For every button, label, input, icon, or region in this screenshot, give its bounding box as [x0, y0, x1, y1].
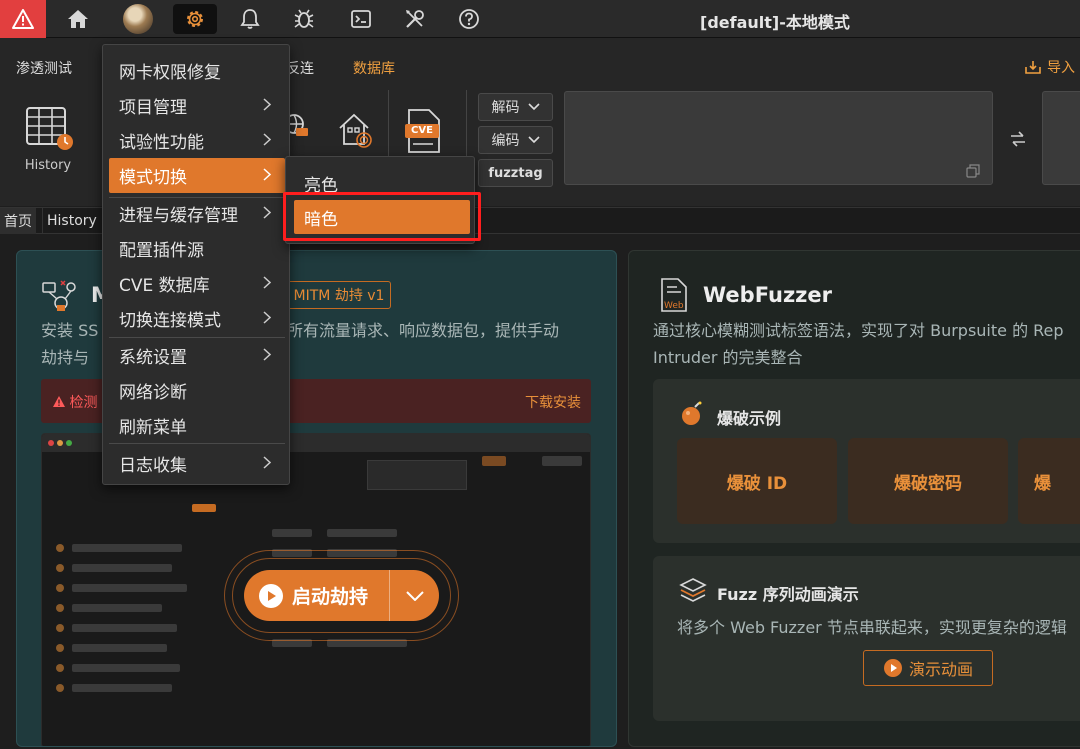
play-icon	[259, 583, 283, 608]
cve-label: CVE	[411, 125, 433, 136]
demo-animation-button[interactable]: 演示动画	[863, 650, 993, 686]
help-icon[interactable]	[447, 4, 491, 34]
chevron-right-icon	[263, 311, 271, 324]
menu-item-refresh-menu[interactable]: 刷新菜单	[109, 408, 285, 443]
chevron-right-icon	[263, 348, 271, 361]
menu-item-connection-mode[interactable]: 切换连接模式	[109, 301, 285, 336]
tab-history[interactable]: History	[42, 208, 101, 234]
start-options-dropdown[interactable]	[389, 570, 439, 621]
warning-icon[interactable]	[0, 0, 46, 38]
chevron-down-icon	[527, 103, 540, 111]
window-title: [default]-本地模式	[700, 13, 850, 32]
history-label: History	[24, 158, 72, 173]
avatar[interactable]	[116, 4, 160, 34]
encode-button[interactable]: 编码	[478, 126, 553, 154]
play-icon	[883, 659, 902, 677]
chevron-down-icon	[527, 136, 540, 144]
terminal-icon[interactable]	[339, 4, 383, 34]
tab-database[interactable]: 数据库	[353, 58, 395, 78]
chevron-right-icon	[263, 206, 271, 219]
menu-item-mode-switch[interactable]: 模式切换	[109, 158, 285, 193]
chevron-right-icon	[263, 133, 271, 146]
chevron-right-icon	[263, 98, 271, 111]
mitm-desc-right: 所有流量请求、响应数据包，提供手动	[287, 321, 560, 340]
mitm-network-icon	[42, 280, 76, 311]
fuzz-sequence-desc: 将多个 Web Fuzzer 节点串联起来，实现更复杂的逻辑	[677, 618, 1067, 637]
decode-button[interactable]: 解码	[478, 93, 553, 121]
mitm-desc-left: 安装 SS	[41, 321, 99, 340]
codec-input[interactable]	[564, 91, 993, 185]
webfuzzer-desc-line1: 通过核心模糊测试标签语法，实现了对 Burpsuite 的 Rep	[653, 321, 1064, 340]
menu-item-log-collection[interactable]: 日志收集	[109, 446, 285, 481]
svg-text:Web: Web	[664, 301, 684, 311]
menu-divider	[109, 443, 285, 444]
chevron-right-icon	[263, 276, 271, 289]
menu-item-experimental[interactable]: 试验性功能	[109, 123, 285, 158]
menu-item-nic-permission-fix[interactable]: 网卡权限修复	[109, 53, 285, 88]
brute-tile-partial[interactable]: 爆	[1018, 438, 1080, 524]
history-table-icon	[26, 107, 73, 150]
globe-tool-icon[interactable]	[288, 112, 312, 146]
tab-reverse[interactable]: 反连	[286, 58, 314, 78]
import-icon	[1025, 61, 1041, 74]
tools-icon[interactable]	[393, 4, 437, 34]
mitm-version-badge: MITM 劫持 v1	[287, 281, 391, 309]
chevron-right-icon	[263, 456, 271, 469]
tab-pentest[interactable]: 渗透测试	[16, 58, 72, 78]
webfuzzer-card: Web WebFuzzer 通过核心模糊测试标签语法，实现了对 Burpsuit…	[628, 250, 1080, 747]
brute-id-tile[interactable]: 爆破 ID	[677, 438, 837, 524]
webfuzzer-desc-line2: Intruder 的完美整合	[653, 348, 803, 367]
bell-icon[interactable]	[228, 4, 272, 34]
menu-item-system-settings[interactable]: 系统设置	[109, 338, 285, 373]
menu-item-plugin-source[interactable]: 配置插件源	[109, 231, 285, 266]
brute-password-tile[interactable]: 爆破密码	[848, 438, 1008, 524]
bomb-icon	[682, 401, 702, 425]
decode-label: 解码	[491, 100, 520, 116]
bug-icon[interactable]	[282, 4, 326, 34]
chevron-right-icon	[263, 168, 271, 181]
webfuzzer-title: WebFuzzer	[703, 283, 832, 307]
settings-menu: 网卡权限修复 项目管理 试验性功能 模式切换 进程与缓存管理 配置插件源 CVE…	[102, 44, 290, 485]
mitm-desc-line2: 劫持与	[41, 348, 90, 367]
import-label: 导入	[1047, 60, 1075, 76]
menu-item-process-cache[interactable]: 进程与缓存管理	[109, 196, 285, 231]
highlight-box	[283, 192, 481, 241]
home-icon[interactable]	[56, 4, 100, 34]
fuzztag-button[interactable]: fuzztag	[478, 159, 553, 187]
brute-example-card: 爆破示例 爆破 ID 爆破密码 爆	[653, 379, 1080, 543]
webfuzzer-doc-icon: Web	[661, 278, 687, 312]
swap-icon[interactable]	[1008, 130, 1028, 148]
download-install-link[interactable]: 下载安装	[525, 392, 581, 412]
cve-tool[interactable]: CVE	[403, 108, 443, 154]
title-bar: [default]-本地模式	[0, 0, 1080, 38]
warning-icon	[53, 396, 65, 407]
demo-animation-label: 演示动画	[908, 660, 973, 679]
import-button[interactable]: 导入	[1024, 57, 1075, 77]
menu-item-project-management[interactable]: 项目管理	[109, 88, 285, 123]
chevron-down-icon	[405, 590, 424, 601]
encode-label: 编码	[491, 133, 520, 149]
fuzz-sequence-card: Fuzz 序列动画演示 将多个 Web Fuzzer 节点串联起来，实现更复杂的…	[653, 556, 1080, 721]
start-mitm-button[interactable]: 启动劫持	[244, 570, 439, 621]
warning-text: 检测	[53, 392, 97, 412]
menu-item-network-diagnosis[interactable]: 网络诊断	[109, 373, 285, 408]
house-fingerprint-icon[interactable]	[336, 110, 376, 150]
history-tool[interactable]: History	[18, 104, 78, 182]
layers-icon	[679, 578, 707, 602]
gear-icon[interactable]	[173, 4, 217, 34]
copy-icon[interactable]	[966, 164, 980, 178]
start-mitm-label: 启动劫持	[292, 586, 369, 608]
menu-item-cve-database[interactable]: CVE 数据库	[109, 266, 285, 301]
brute-example-title: 爆破示例	[717, 409, 782, 428]
fuzztag-label: fuzztag	[488, 165, 543, 181]
codec-output[interactable]	[1042, 91, 1080, 185]
fuzz-sequence-title: Fuzz 序列动画演示	[717, 585, 859, 604]
tab-home[interactable]: 首页	[0, 208, 36, 234]
